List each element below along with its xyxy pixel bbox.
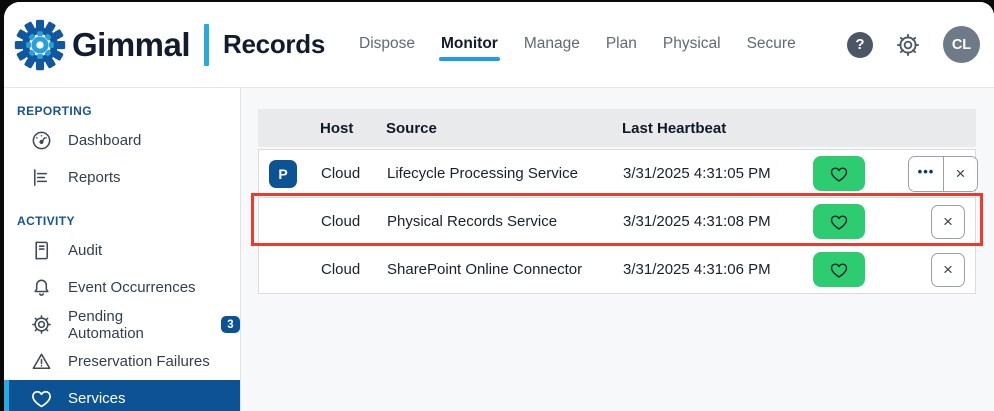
brand-separator	[204, 24, 209, 66]
table-header-row: Host Source Last Heartbeat	[258, 109, 976, 147]
pending-automation-count-badge: 3	[221, 316, 240, 333]
cell-host: Cloud	[321, 261, 387, 278]
sidebar-item-dashboard[interactable]: Dashboard	[4, 122, 240, 159]
column-header-source: Source	[386, 120, 622, 137]
sidebar-item-label: Audit	[68, 242, 102, 259]
nav-item-physical[interactable]: Physical	[663, 27, 721, 63]
top-nav: Dispose Monitor Manage Plan Physical Sec…	[359, 27, 796, 63]
healthy-status-button[interactable]	[813, 252, 865, 287]
ellipsis-icon: •••	[918, 164, 935, 179]
nav-item-dispose[interactable]: Dispose	[359, 27, 415, 63]
report-icon	[30, 166, 53, 189]
brand-logo[interactable]: Gimmal Records	[12, 19, 325, 71]
gear-icon	[30, 313, 53, 336]
nav-item-manage[interactable]: Manage	[524, 27, 580, 63]
sidebar-item-services[interactable]: Services	[4, 380, 240, 411]
remove-service-button[interactable]: ×	[931, 253, 965, 287]
brand-name: Gimmal	[72, 26, 190, 64]
table-row: Cloud Physical Records Service 3/31/2025…	[259, 197, 975, 245]
close-icon: ×	[956, 165, 966, 182]
app-window: Gimmal Records Dispose Monitor Manage Pl…	[4, 2, 994, 411]
column-header-last-heartbeat: Last Heartbeat	[622, 120, 812, 137]
services-table: Host Source Last Heartbeat P Cloud Lifec…	[258, 109, 976, 294]
sidebar-item-event-occurrences[interactable]: Event Occurrences	[4, 269, 240, 306]
cell-source: Lifecycle Processing Service	[387, 165, 623, 182]
user-avatar[interactable]: CL	[943, 26, 980, 63]
help-icon[interactable]: ?	[847, 32, 873, 58]
remove-service-button[interactable]: ×	[943, 157, 977, 191]
cell-host: Cloud	[321, 213, 387, 230]
close-icon: ×	[943, 261, 953, 278]
sidebar-item-label: Pending Automation	[68, 308, 200, 342]
cell-host: Cloud	[321, 165, 387, 182]
sidebar-item-preservation-failures[interactable]: Preservation Failures	[4, 343, 240, 380]
row-actions-group: ••• ×	[908, 156, 978, 192]
sidebar-item-audit[interactable]: Audit	[4, 232, 240, 269]
gimmal-gear-logo-icon	[14, 19, 66, 71]
column-header-host: Host	[320, 120, 386, 137]
bell-icon	[30, 276, 53, 299]
sidebar-item-label: Services	[68, 390, 126, 407]
remove-service-button[interactable]: ×	[931, 205, 965, 239]
gauge-icon	[30, 129, 53, 152]
cell-last-heartbeat: 3/31/2025 4:31:05 PM	[623, 165, 813, 182]
cell-source: Physical Records Service	[387, 213, 623, 230]
healthy-status-button[interactable]	[813, 156, 865, 191]
table-row: P Cloud Lifecycle Processing Service 3/3…	[259, 149, 975, 197]
nav-item-monitor[interactable]: Monitor	[441, 27, 498, 63]
nav-item-secure[interactable]: Secure	[747, 27, 796, 63]
nav-item-plan[interactable]: Plan	[606, 27, 637, 63]
sidebar-section-activity: ACTIVITY	[4, 208, 240, 232]
close-icon: ×	[943, 213, 953, 230]
heart-icon	[30, 387, 53, 410]
warning-icon	[30, 350, 53, 373]
main-content: Host Source Last Heartbeat P Cloud Lifec…	[241, 88, 994, 411]
cell-last-heartbeat: 3/31/2025 4:31:06 PM	[623, 261, 813, 278]
sidebar-item-reports[interactable]: Reports	[4, 159, 240, 196]
sidebar-item-label: Reports	[68, 169, 121, 186]
sidebar: REPORTING Dashboard Reports	[4, 88, 241, 411]
book-icon	[30, 239, 53, 262]
brand-product: Records	[223, 29, 325, 60]
sidebar-item-label: Event Occurrences	[68, 279, 196, 296]
app-header: Gimmal Records Dispose Monitor Manage Pl…	[4, 2, 994, 88]
sidebar-item-pending-automation[interactable]: Pending Automation 3	[4, 306, 240, 343]
sidebar-section-reporting: REPORTING	[4, 98, 240, 122]
physical-badge: P	[269, 160, 297, 188]
healthy-status-button[interactable]	[813, 204, 865, 239]
sidebar-item-label: Dashboard	[68, 132, 141, 149]
cell-source: SharePoint Online Connector	[387, 261, 623, 278]
settings-gear-icon[interactable]	[895, 32, 921, 58]
more-options-button[interactable]: •••	[909, 157, 943, 191]
cell-last-heartbeat: 3/31/2025 4:31:08 PM	[623, 213, 813, 230]
sidebar-item-label: Preservation Failures	[68, 353, 210, 370]
table-row: Cloud SharePoint Online Connector 3/31/2…	[259, 245, 975, 293]
